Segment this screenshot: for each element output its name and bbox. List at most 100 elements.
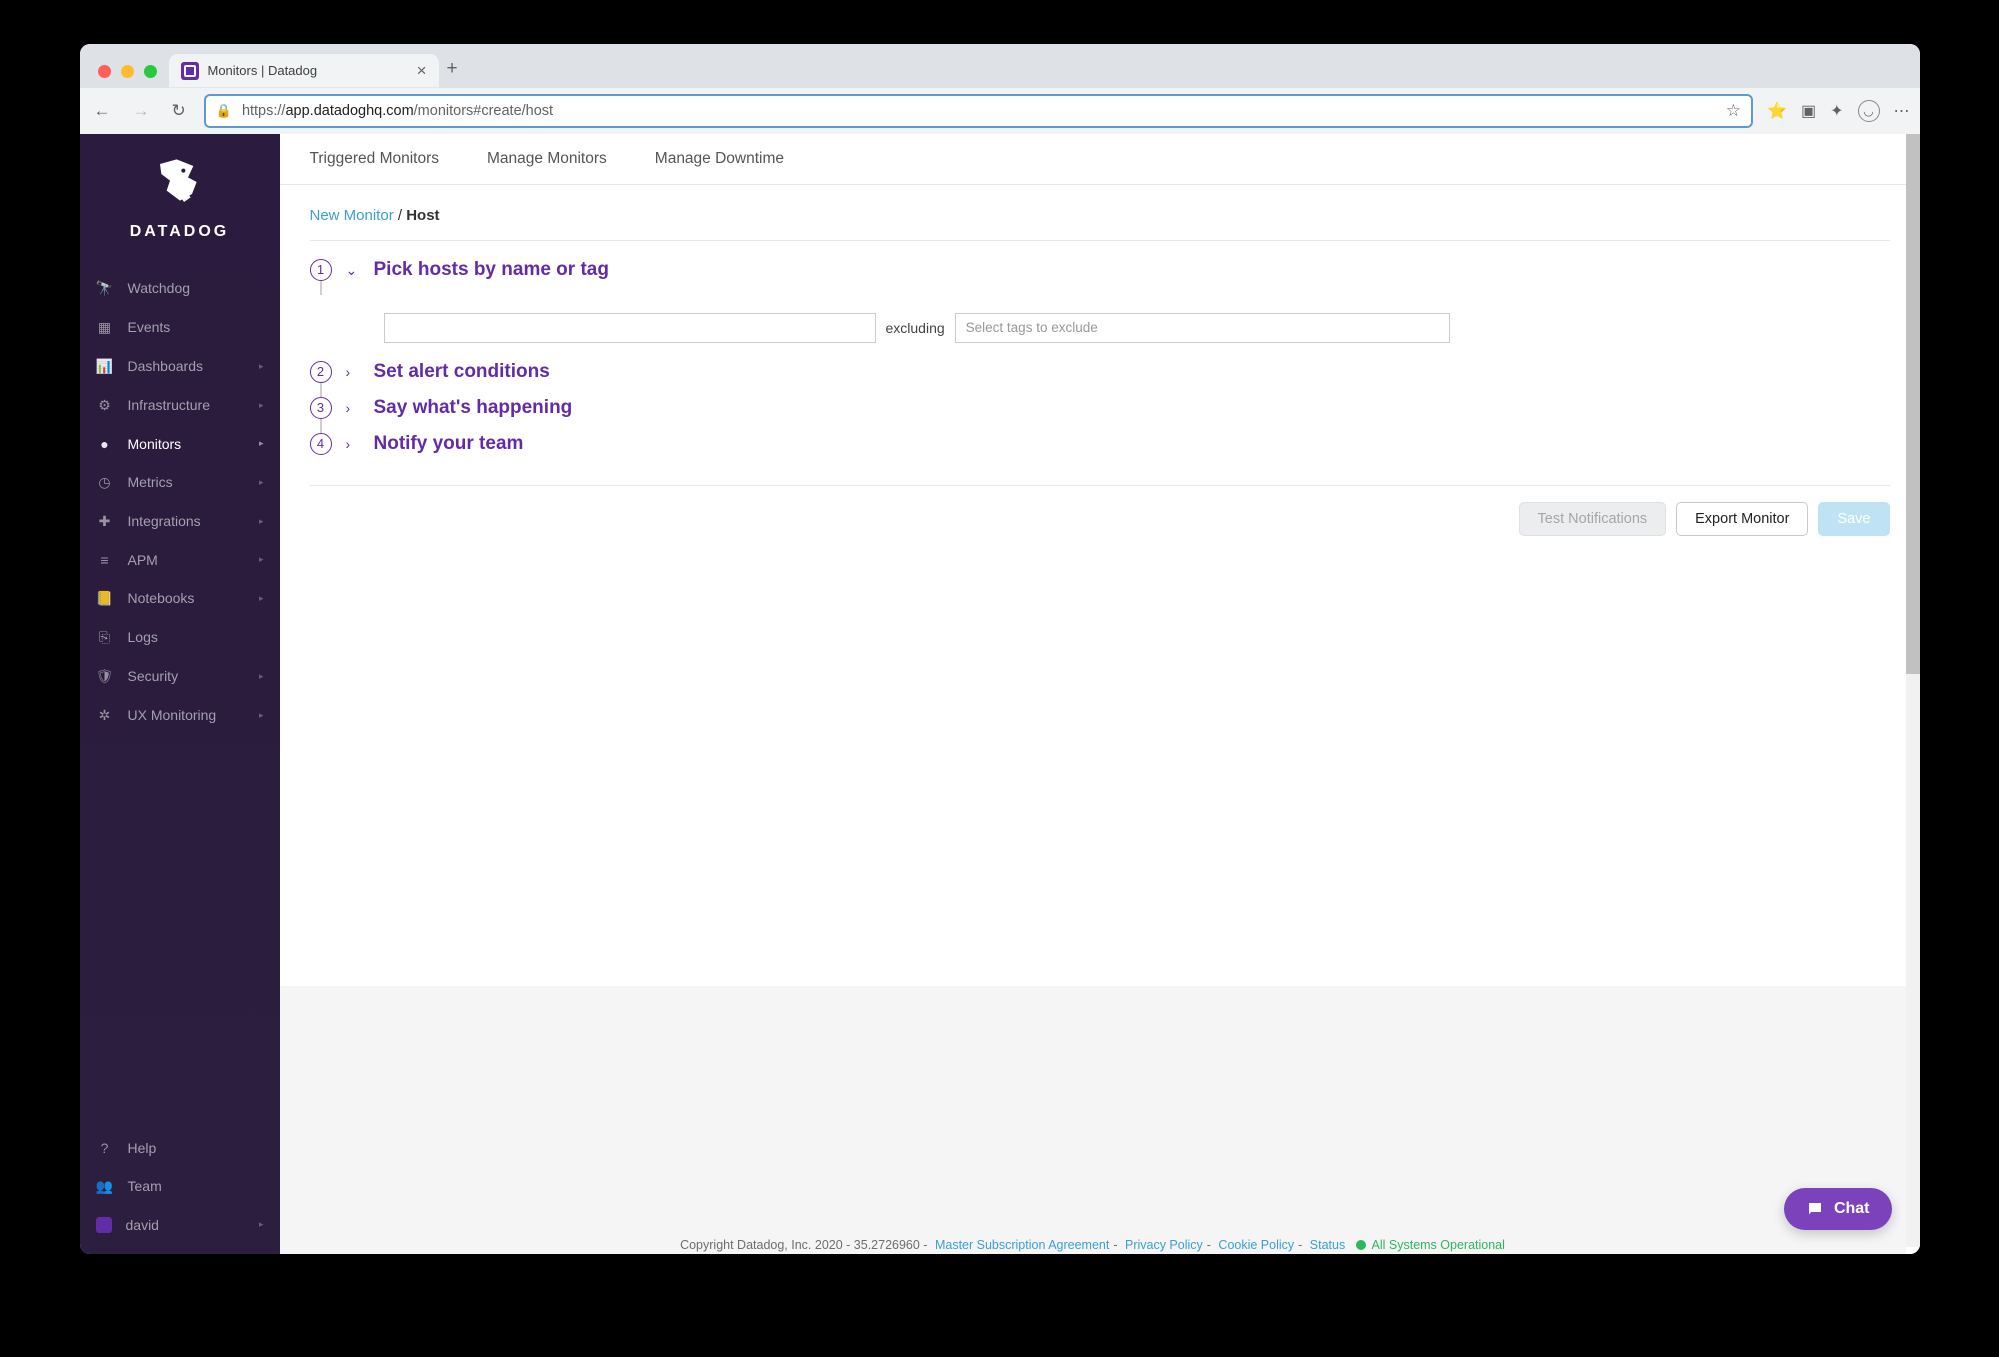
export-monitor-button[interactable]: Export Monitor: [1676, 502, 1808, 536]
close-window-icon[interactable]: [98, 65, 111, 78]
step-title[interactable]: Notify your team: [374, 433, 524, 455]
exclude-tags-input[interactable]: [955, 313, 1450, 343]
sidebar-item-label: Dashboards: [128, 358, 204, 374]
sidebar-item-ux-monitoring[interactable]: ✲UX Monitoring▸: [80, 696, 280, 735]
footer-link[interactable]: Status: [1306, 1238, 1349, 1252]
step-number: 3: [310, 397, 332, 419]
tab-triggered-monitors[interactable]: Triggered Monitors: [310, 150, 440, 168]
chevron-right-icon: ▸: [259, 438, 264, 449]
sidebar-item-logs[interactable]: ⎘Logs: [80, 618, 280, 657]
chevron-right-icon: ▸: [259, 477, 264, 488]
scrollbar-thumb[interactable]: [1906, 134, 1920, 674]
alert-icon: ●: [96, 436, 114, 452]
sidebar-item-label: david: [126, 1217, 159, 1233]
chevron-right-icon[interactable]: ›: [346, 436, 360, 452]
chevron-right-icon: ▸: [259, 400, 264, 411]
scrollbar[interactable]: [1906, 134, 1920, 1247]
breadcrumb-current: Host: [406, 207, 439, 224]
step-4: 4 › Notify your team: [310, 433, 1890, 455]
sidebar-item-label: Infrastructure: [128, 397, 210, 413]
tab-bar: Monitors | Datadog × +: [80, 44, 1920, 88]
step-title[interactable]: Set alert conditions: [374, 361, 550, 383]
step-title[interactable]: Say what's happening: [374, 397, 573, 419]
more-icon[interactable]: ⋯: [1894, 101, 1910, 121]
sidebar-item-dashboards[interactable]: 📊Dashboards▸: [80, 347, 280, 386]
footer-area: Copyright Datadog, Inc. 2020 - 35.272696…: [280, 986, 1906, 1254]
footer-link[interactable]: Privacy Policy: [1121, 1238, 1207, 1252]
chevron-right-icon: ▸: [259, 1219, 264, 1230]
chevron-down-icon[interactable]: ⌄: [346, 262, 360, 279]
nav-list: 🔭Watchdog ▦Events 📊Dashboards▸ ⚙Infrastr…: [80, 255, 280, 735]
browser-tab[interactable]: Monitors | Datadog ×: [169, 54, 439, 88]
chevron-right-icon[interactable]: ›: [346, 364, 360, 380]
app: DATADOG 🔭Watchdog ▦Events 📊Dashboards▸ ⚙…: [80, 134, 1920, 1254]
bookmark-icon[interactable]: ☆: [1726, 101, 1741, 121]
address-bar[interactable]: 🔒 https://app.datadoghq.com/monitors#cre…: [204, 94, 1753, 128]
trace-icon: ≡: [96, 552, 114, 568]
sidebar-item-metrics[interactable]: ◷ Metrics ▸: [80, 463, 280, 502]
sidebar-item-team[interactable]: 👥Team: [80, 1167, 280, 1206]
footer-link[interactable]: Cookie Policy: [1214, 1238, 1298, 1252]
chevron-right-icon[interactable]: ›: [346, 400, 360, 416]
tab-manage-downtime[interactable]: Manage Downtime: [655, 150, 784, 168]
steps: 1 ⌄ Pick hosts by name or tag excluding: [310, 241, 1890, 455]
puzzle-icon: ✚: [96, 513, 114, 530]
step-number: 4: [310, 433, 332, 455]
collections-icon[interactable]: ▣: [1801, 101, 1816, 121]
sidebar-item-label: Monitors: [128, 436, 182, 452]
sidebar-item-monitors[interactable]: ● Monitors ▸: [80, 425, 280, 463]
logo[interactable]: DATADOG: [80, 134, 280, 255]
logs-icon: ⎘: [96, 629, 114, 646]
chat-button[interactable]: Chat: [1784, 1188, 1892, 1230]
action-bar: Test Notifications Export Monitor Save: [310, 485, 1890, 552]
minimize-window-icon[interactable]: [121, 65, 134, 78]
sidebar-item-label: UX Monitoring: [128, 707, 217, 723]
sidebar-item-label: Security: [128, 668, 179, 684]
tab-manage-monitors[interactable]: Manage Monitors: [487, 150, 607, 168]
gauge-icon: ◷: [96, 474, 114, 491]
chat-icon: [1806, 1200, 1824, 1218]
maximize-window-icon[interactable]: [144, 65, 157, 78]
favorites-icon[interactable]: ⭐: [1767, 101, 1787, 121]
test-notifications-button[interactable]: Test Notifications: [1519, 502, 1667, 536]
calendar-icon: ▦: [96, 319, 114, 336]
reload-button[interactable]: ↻: [168, 97, 190, 125]
extensions-icon[interactable]: ✦: [1830, 101, 1843, 121]
breadcrumb-link[interactable]: New Monitor: [310, 207, 394, 224]
sidebar-item-user[interactable]: david ▸: [80, 1206, 280, 1244]
excluding-label: excluding: [884, 320, 947, 336]
step-title[interactable]: Pick hosts by name or tag: [374, 259, 609, 281]
close-tab-icon[interactable]: ×: [417, 61, 427, 81]
top-nav: Triggered Monitors Manage Monitors Manag…: [280, 134, 1920, 185]
book-icon: 📒: [96, 590, 114, 607]
sidebar-item-infrastructure[interactable]: ⚙Infrastructure▸: [80, 386, 280, 425]
team-icon: 👥: [96, 1178, 114, 1195]
status-text: All Systems Operational: [1372, 1238, 1505, 1252]
sidebar-item-integrations[interactable]: ✚Integrations▸: [80, 502, 280, 541]
browser-chrome: Monitors | Datadog × + ← → ↻ 🔒 https://a…: [80, 44, 1920, 134]
sidebar-item-label: Events: [128, 319, 171, 335]
footer-link[interactable]: Master Subscription Agreement: [931, 1238, 1113, 1252]
avatar-icon: [96, 1217, 112, 1233]
forward-button[interactable]: →: [129, 97, 154, 125]
new-tab-button[interactable]: +: [447, 58, 458, 88]
sidebar-item-security[interactable]: 🛡Security▸: [80, 657, 280, 696]
datadog-favicon-icon: [181, 62, 199, 80]
sidebar-item-watchdog[interactable]: 🔭Watchdog: [80, 269, 280, 308]
sidebar-item-label: Watchdog: [128, 280, 191, 296]
sidebar-item-notebooks[interactable]: 📒Notebooks▸: [80, 579, 280, 618]
step-1: 1 ⌄ Pick hosts by name or tag: [310, 259, 1890, 281]
sidebar-item-label: Integrations: [128, 513, 201, 529]
sidebar-item-events[interactable]: ▦ Events: [80, 308, 280, 347]
step-3: 3 › Say what's happening: [310, 397, 1890, 419]
profile-icon[interactable]: ◡: [1858, 100, 1880, 122]
shield-icon: 🛡: [96, 668, 114, 685]
sidebar-item-apm[interactable]: ≡APM▸: [80, 541, 280, 579]
status-dot-icon: [1356, 1240, 1366, 1250]
save-button[interactable]: Save: [1818, 502, 1889, 536]
include-tags-input[interactable]: [384, 313, 876, 343]
sidebar-item-help[interactable]: ?Help: [80, 1129, 280, 1167]
nav-bottom: ?Help 👥Team david ▸: [80, 1129, 280, 1254]
sidebar-item-label: Metrics: [128, 474, 173, 490]
back-button[interactable]: ←: [90, 97, 115, 125]
